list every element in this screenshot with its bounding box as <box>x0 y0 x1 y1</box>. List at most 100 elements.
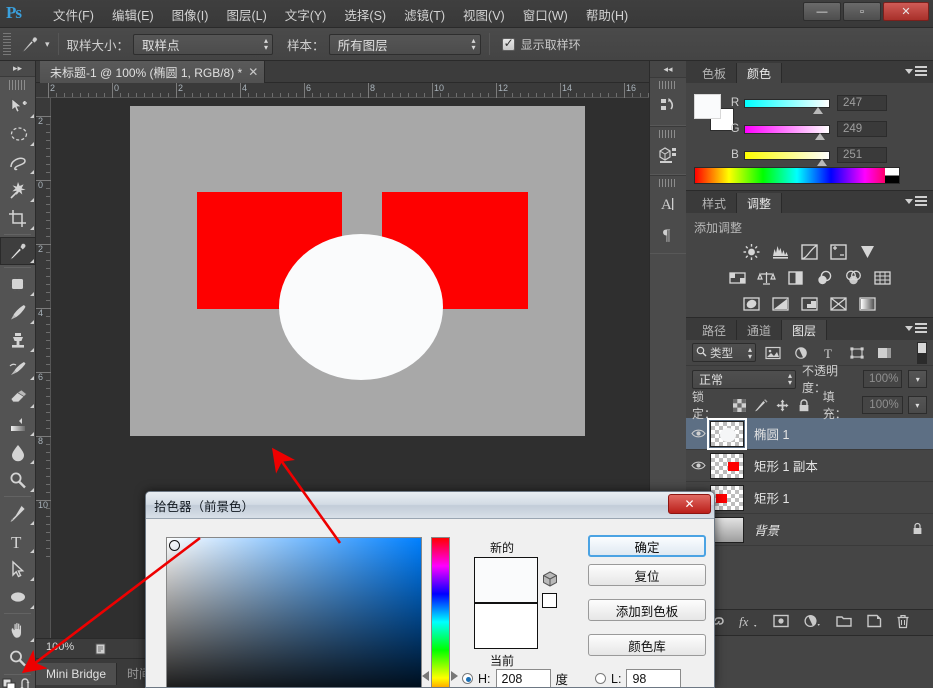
layer-row[interactable]: 椭圆 1 <box>686 417 933 450</box>
path-selection-tool[interactable] <box>0 555 36 583</box>
toolbar-grip[interactable] <box>8 80 27 90</box>
selective-color-icon[interactable] <box>857 294 878 314</box>
menu-type[interactable]: 文字(Y) <box>276 2 336 27</box>
menu-select[interactable]: 选择(S) <box>335 2 395 27</box>
blend-mode-select[interactable]: 正常 ▴ ▾ <box>692 369 797 389</box>
fill-dropdown-icon[interactable]: ▾ <box>907 396 927 414</box>
dialog-close-button[interactable]: ✕ <box>668 494 711 514</box>
lock-all-icon[interactable] <box>795 395 811 415</box>
menu-filter[interactable]: 滤镜(T) <box>395 2 454 27</box>
channel-b-slider[interactable] <box>744 150 830 166</box>
lock-position-icon[interactable] <box>774 395 790 415</box>
icon-dock-grip-3[interactable] <box>659 179 677 187</box>
3d-icon[interactable] <box>650 140 686 170</box>
layers-panel-tab-2[interactable]: 路径 <box>692 320 738 340</box>
menu-file[interactable]: 文件(F) <box>44 2 103 27</box>
new-layer-icon[interactable] <box>866 614 882 631</box>
web-safe-color-swatch[interactable] <box>542 593 557 608</box>
layer-mask-icon[interactable] <box>773 614 789 631</box>
color-balance-icon[interactable] <box>756 268 777 288</box>
vertical-ruler[interactable]: 2 0 2 4 6 8 10 <box>36 98 51 668</box>
lock-image-icon[interactable] <box>753 395 769 415</box>
opacity-value[interactable]: 100% <box>863 370 903 388</box>
adjustments-panel-tab-1[interactable]: 样式 <box>692 193 738 213</box>
icon-dock-collapse-button[interactable]: ◂◂ <box>650 61 686 77</box>
pen-tool[interactable] <box>0 499 36 527</box>
eraser-tool[interactable] <box>0 382 36 410</box>
menu-layer[interactable]: 图层(L) <box>217 2 275 27</box>
blur-tool[interactable] <box>0 438 36 466</box>
channel-b-value[interactable]: 251 <box>837 147 887 163</box>
sample-select[interactable]: 所有图层 ▴ ▾ <box>328 33 481 55</box>
layer-filter-toggle[interactable] <box>917 341 927 364</box>
close-button[interactable]: ✕ <box>883 2 929 21</box>
color-panel-foreground-swatch[interactable] <box>694 94 721 119</box>
color-panel-menu-icon[interactable] <box>905 66 927 76</box>
threshold-icon[interactable] <box>799 294 820 314</box>
document-tab-close-icon[interactable]: ✕ <box>248 65 258 79</box>
elliptical-marquee-tool[interactable] <box>0 120 36 148</box>
dodge-tool[interactable] <box>0 466 36 494</box>
invert-icon[interactable] <box>741 294 762 314</box>
layer-thumbnail[interactable] <box>710 516 744 543</box>
channel-r-value[interactable]: 247 <box>837 95 887 111</box>
curves-icon[interactable] <box>799 242 820 262</box>
pixel-filter-icon[interactable] <box>762 343 784 363</box>
layer-row[interactable]: 背景 <box>686 514 933 546</box>
menu-view[interactable]: 视图(V) <box>454 2 514 27</box>
history-brush-tool[interactable] <box>0 354 36 382</box>
hue-slider[interactable] <box>431 537 450 687</box>
layer-thumbnail[interactable] <box>707 417 747 450</box>
exposure-icon[interactable] <box>828 242 849 262</box>
tool-preset-caret-icon[interactable]: ▾ <box>45 39 50 50</box>
paragraph-icon[interactable]: ¶ <box>650 219 686 249</box>
menu-image[interactable]: 图像(I) <box>163 2 218 27</box>
adjustment-filter-icon[interactable] <box>790 343 812 363</box>
sv-marker[interactable] <box>169 540 180 551</box>
crop-tool[interactable] <box>0 204 36 232</box>
bottom-tab-0[interactable]: Mini Bridge <box>36 662 118 685</box>
layer-thumbnail[interactable] <box>710 484 744 511</box>
opacity-dropdown-icon[interactable]: ▾ <box>908 370 927 388</box>
out-of-gamut-cube-icon[interactable] <box>542 571 558 587</box>
menu-window[interactable]: 窗口(W) <box>514 2 577 27</box>
posterize-icon[interactable] <box>770 294 791 314</box>
ok-button[interactable]: 确定 <box>588 535 706 557</box>
fill-value[interactable]: 100% <box>862 396 903 414</box>
default-colors-icon[interactable] <box>2 678 16 688</box>
options-bar-grip[interactable] <box>3 33 11 55</box>
color-panel-tab-0[interactable]: 颜色 <box>737 63 783 83</box>
minimize-button[interactable]: — <box>803 2 841 21</box>
history-icon[interactable] <box>650 91 686 121</box>
layers-panel-tab-0[interactable]: 图层 <box>782 320 828 340</box>
gradient-tool[interactable] <box>0 410 36 438</box>
menu-help[interactable]: 帮助(H) <box>577 2 637 27</box>
color-picker-dialog[interactable]: 拾色器（前景色） ✕ 新的 当前 确定 复位 添加到色板 颜色库 H: 208 … <box>145 491 715 688</box>
layers-panel-tab-1[interactable]: 通道 <box>737 320 783 340</box>
reset-button[interactable]: 复位 <box>588 564 706 586</box>
channel-mixer-icon[interactable] <box>843 268 864 288</box>
hue-radio[interactable] <box>462 673 473 684</box>
add-to-swatches-button[interactable]: 添加到色板 <box>588 599 706 621</box>
healing-brush-tool[interactable] <box>0 270 36 298</box>
lasso-tool[interactable] <box>0 148 36 176</box>
adjustments-panel-menu-icon[interactable] <box>905 196 927 206</box>
brightness-contrast-icon[interactable] <box>741 242 762 262</box>
channel-g-thumb[interactable] <box>815 132 825 140</box>
character-icon[interactable]: A <box>650 189 686 219</box>
layer-row[interactable]: 矩形 1 <box>686 482 933 514</box>
shape-filter-icon[interactable] <box>846 343 868 363</box>
show-sampling-ring-checkbox[interactable]: 显示取样环 <box>501 36 581 53</box>
layer-visibility-eye-icon[interactable] <box>686 460 710 471</box>
color-panel-tab-1[interactable]: 色板 <box>692 63 738 83</box>
menu-edit[interactable]: 编辑(E) <box>103 2 163 27</box>
layer-style-fx-icon[interactable]: fx <box>739 614 759 631</box>
color-libraries-button[interactable]: 颜色库 <box>588 634 706 656</box>
swap-colors-icon[interactable] <box>19 677 33 688</box>
icon-dock-grip-1[interactable] <box>659 81 677 89</box>
gradient-map-icon[interactable] <box>828 294 849 314</box>
layers-panel-menu-icon[interactable] <box>905 323 927 333</box>
toolbar-collapse-button[interactable]: ▸▸ <box>0 61 35 77</box>
hue-saturation-icon[interactable] <box>727 268 748 288</box>
current-color-swatch[interactable] <box>474 603 538 649</box>
